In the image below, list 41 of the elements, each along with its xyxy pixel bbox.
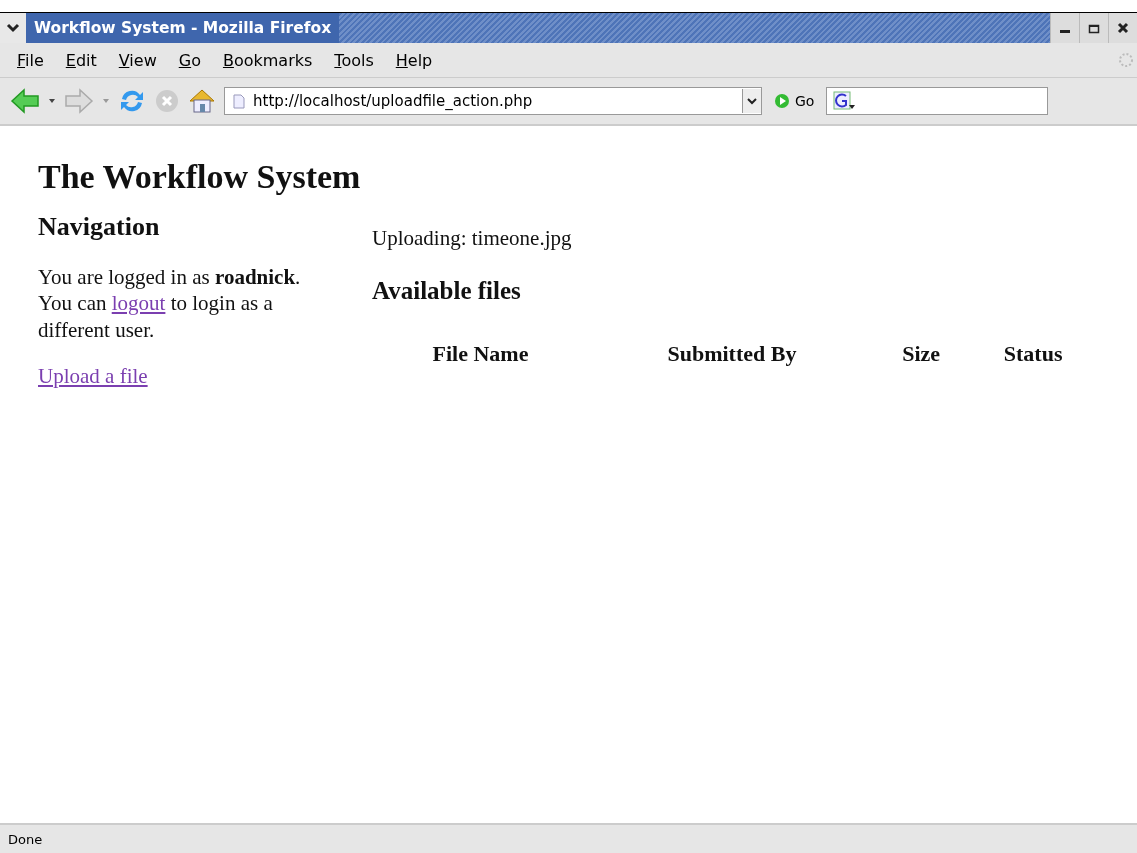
maximize-icon <box>1088 22 1100 34</box>
navigation-heading: Navigation <box>38 212 161 242</box>
menu-item[interactable]: View <box>107 50 168 70</box>
chevron-icon <box>6 23 20 33</box>
close-icon <box>1117 22 1129 34</box>
menu-item[interactable]: Go <box>167 50 212 70</box>
chevron-icon <box>747 97 757 105</box>
column-header: Size <box>901 340 942 368</box>
play-icon <box>774 93 790 109</box>
column-header: File Name <box>431 340 530 368</box>
back-icon[interactable] <box>10 88 40 114</box>
url-text: http://localhost/uploadfile_action.php <box>253 92 534 110</box>
column-header: Submitted By <box>666 340 798 368</box>
column-header: Status <box>1002 340 1064 368</box>
window-title: Workflow System - Mozilla Firefox <box>26 13 340 43</box>
menu-item[interactable]: File <box>6 50 55 70</box>
page-icon <box>233 93 245 109</box>
dropdown-icon[interactable] <box>48 98 56 104</box>
files-heading: Available files <box>372 277 522 305</box>
address-field[interactable]: http://localhost/uploadfile_action.php <box>224 87 762 115</box>
menu-item[interactable]: Edit <box>54 50 108 70</box>
search-engine-icon[interactable] <box>833 91 856 111</box>
window-menu-button[interactable] <box>0 13 26 43</box>
status-text: Done <box>8 831 43 847</box>
upload-message: Uploading: timeone.jpg <box>372 226 573 251</box>
menu-item[interactable]: Bookmarks <box>211 50 324 70</box>
search-field[interactable] <box>826 87 1049 115</box>
menu-item[interactable]: Help <box>384 50 444 70</box>
logout-link[interactable]: logout <box>111 291 166 316</box>
history-dropdown-button[interactable] <box>742 89 761 113</box>
minimize-button[interactable] <box>1050 13 1079 43</box>
minimize-icon <box>1060 29 1070 33</box>
login-status-text: You are logged in as roadnick. You can logout to login as a different user. <box>38 264 302 343</box>
home-icon[interactable] <box>188 87 216 115</box>
page-heading: The Workflow System <box>38 158 362 196</box>
throbber-icon <box>1117 51 1135 69</box>
close-button[interactable] <box>1108 13 1137 43</box>
menu-item[interactable]: Tools <box>323 50 385 70</box>
upload-link[interactable]: Upload a file <box>38 363 148 388</box>
go-button[interactable]: Go <box>770 93 819 109</box>
maximize-button[interactable] <box>1079 13 1108 43</box>
